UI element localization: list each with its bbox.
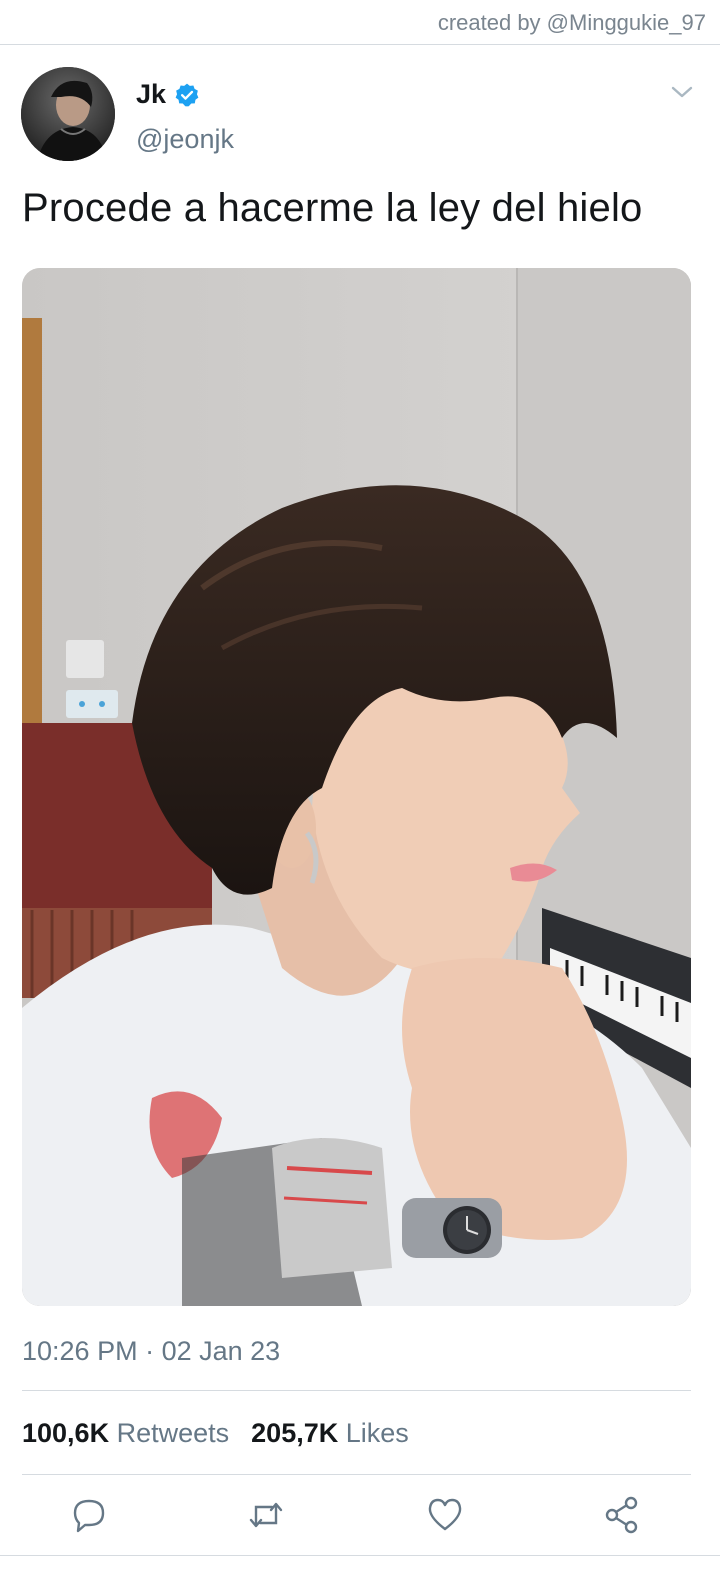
tweet-timestamp[interactable]: 10:26 PM · 02 Jan 23 bbox=[22, 1336, 280, 1367]
likes-count: 205,7K bbox=[251, 1418, 339, 1448]
tweet-stats: 100,6K Retweets 205,7K Likes bbox=[22, 1418, 409, 1449]
verified-badge-icon bbox=[175, 83, 199, 106]
retweet-icon[interactable] bbox=[246, 1495, 286, 1535]
display-name[interactable]: Jk bbox=[136, 79, 166, 110]
tweet-date: 02 Jan 23 bbox=[161, 1336, 281, 1366]
retweets-label: Retweets bbox=[116, 1418, 230, 1448]
bottom-divider bbox=[0, 1555, 720, 1556]
avatar[interactable] bbox=[21, 67, 115, 161]
author-handle[interactable]: @jeonjk bbox=[136, 124, 234, 155]
credit-text: created by @Minggukie_97 bbox=[437, 10, 706, 35]
tweet-photo[interactable] bbox=[22, 268, 691, 1306]
share-icon[interactable] bbox=[603, 1495, 643, 1535]
profile-photo-icon bbox=[21, 67, 115, 161]
chevron-down-icon[interactable] bbox=[668, 82, 696, 102]
heart-icon[interactable] bbox=[425, 1495, 465, 1535]
tweet-time: 10:26 PM bbox=[22, 1336, 138, 1366]
credit-bar: created by @Minggukie_97 bbox=[0, 0, 720, 45]
time-separator: · bbox=[137, 1336, 162, 1366]
divider bbox=[22, 1474, 691, 1475]
retweets-stat[interactable]: 100,6K Retweets bbox=[22, 1418, 229, 1449]
tweet-text: Procede a hacerme la ley del hielo bbox=[22, 186, 643, 230]
divider bbox=[22, 1390, 691, 1391]
likes-stat[interactable]: 205,7K Likes bbox=[251, 1418, 409, 1449]
author-name-row[interactable]: Jk bbox=[136, 79, 200, 110]
reply-icon[interactable] bbox=[69, 1495, 109, 1535]
retweets-count: 100,6K bbox=[22, 1418, 110, 1448]
action-bar bbox=[0, 1490, 720, 1540]
likes-label: Likes bbox=[345, 1418, 409, 1448]
tweet-photo-icon bbox=[22, 268, 691, 1306]
